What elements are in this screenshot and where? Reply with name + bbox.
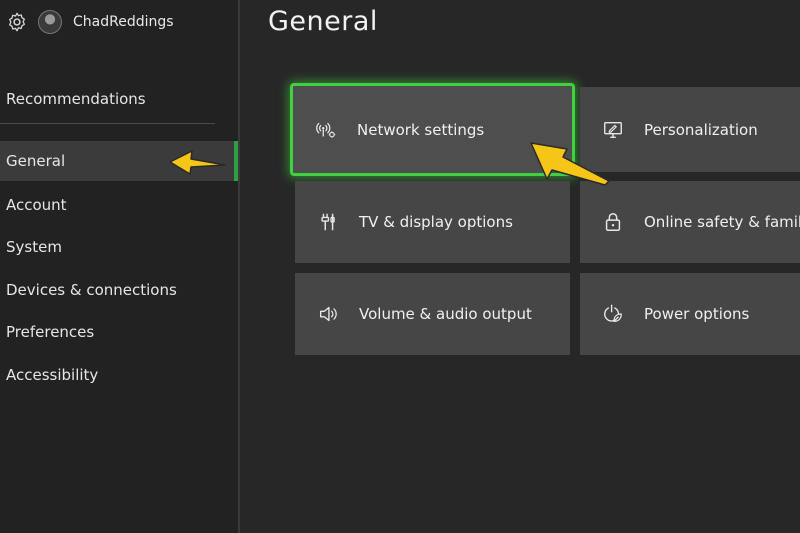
avatar[interactable] <box>38 10 62 34</box>
volume-audio-output-tile[interactable]: Volume & audio output <box>295 273 570 355</box>
tile-label: Volume & audio output <box>359 305 532 323</box>
sidebar-item-account[interactable]: Account <box>0 184 236 227</box>
sidebar-item-devices-connections[interactable]: Devices & connections <box>0 269 236 312</box>
tv-display-icon <box>321 213 335 231</box>
sidebar-item-preferences[interactable]: Preferences <box>0 311 236 354</box>
tile-label: Network settings <box>357 120 485 139</box>
tile-label: Power options <box>644 305 750 323</box>
sidebar-item-label: Accessibility <box>6 365 99 384</box>
sidebar-item-label: General <box>6 152 66 170</box>
sidebar-item-label: Devices & connections <box>6 280 177 299</box>
gear-icon[interactable] <box>6 11 28 33</box>
tile-label: Online safety & family <box>644 213 800 231</box>
sidebar-item-label: System <box>6 238 62 257</box>
username: ChadReddings <box>73 14 174 30</box>
page-title: General <box>268 6 378 37</box>
sidebar-item-system[interactable]: System <box>0 226 236 269</box>
tile-label: Personalization <box>644 120 758 139</box>
sidebar-divider <box>0 123 215 124</box>
tile-label: TV & display options <box>359 213 513 231</box>
sidebar-item-label: Account <box>6 195 67 214</box>
settings-screen: ChadReddings Recommendations General Acc… <box>0 0 800 533</box>
profile-header[interactable]: ChadReddings <box>6 10 174 34</box>
speaker-icon <box>319 306 337 322</box>
sidebar: ChadReddings Recommendations General Acc… <box>0 0 240 533</box>
annotation-arrow-left-icon <box>169 150 226 175</box>
power-leaf-icon <box>604 304 622 322</box>
sidebar-item-accessibility[interactable]: Accessibility <box>0 354 236 397</box>
active-indicator <box>234 141 238 181</box>
personalization-tile[interactable]: Personalization <box>580 87 800 172</box>
lock-icon <box>605 213 621 231</box>
annotation-arrow-diagonal-icon <box>530 142 610 186</box>
sidebar-item-recommendations[interactable]: Recommendations <box>6 90 146 108</box>
network-icon <box>316 122 336 138</box>
power-options-tile[interactable]: Power options <box>580 273 800 355</box>
sidebar-item-label: Preferences <box>6 323 95 342</box>
tv-display-options-tile[interactable]: TV & display options <box>295 181 570 263</box>
online-safety-family-tile[interactable]: Online safety & family <box>580 181 800 263</box>
